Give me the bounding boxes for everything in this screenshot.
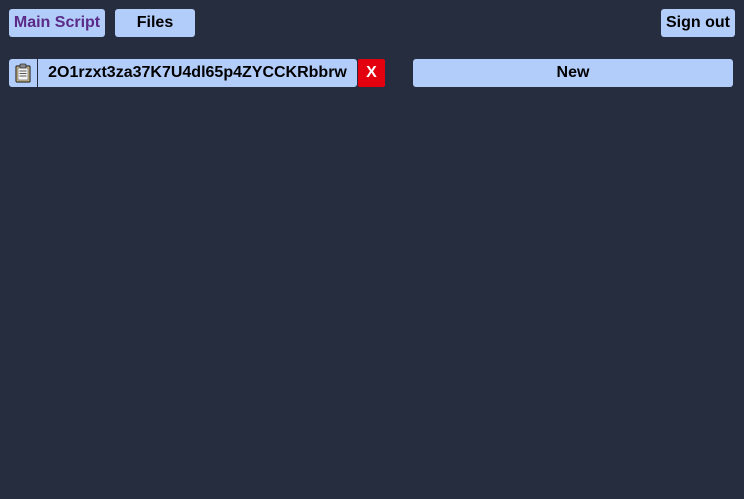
main-script-button[interactable]: Main Script <box>9 9 105 37</box>
clipboard-icon <box>15 63 31 83</box>
copy-script-button[interactable] <box>9 59 37 87</box>
files-button[interactable]: Files <box>115 9 195 37</box>
script-row: 2O1rzxt3za37K7U4dl65p4ZYCCKRbbrw X <box>9 59 385 87</box>
delete-script-button[interactable]: X <box>358 59 385 87</box>
script-name-button[interactable]: 2O1rzxt3za37K7U4dl65p4ZYCCKRbbrw <box>37 59 357 87</box>
new-script-button[interactable]: New <box>413 59 733 87</box>
sign-out-button[interactable]: Sign out <box>661 9 735 37</box>
